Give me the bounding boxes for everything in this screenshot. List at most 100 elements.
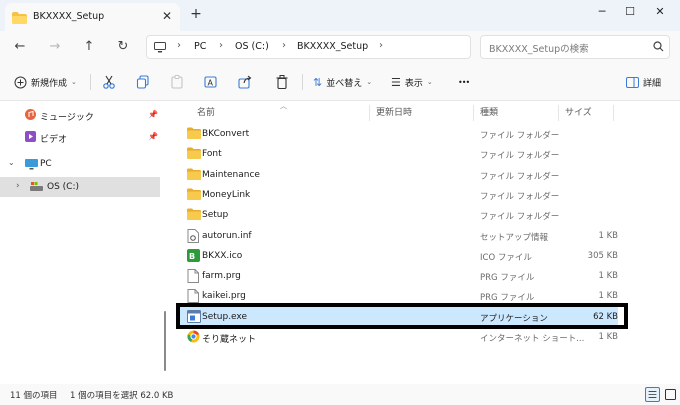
- sort-icon: ⇅: [313, 75, 323, 89]
- large-icons-view-icon[interactable]: [663, 387, 678, 402]
- minimize-button[interactable]: ─: [590, 2, 614, 22]
- folder-icon: [187, 168, 201, 180]
- view-button[interactable]: ☰ 表示 ⌄: [391, 74, 433, 90]
- paste-icon[interactable]: [169, 74, 185, 90]
- file-row[interactable]: そり蔵ネット インターネット ショート... 1 KB: [178, 327, 618, 347]
- sidebar-item-music[interactable]: ミュージック 📌: [0, 105, 160, 125]
- sidebar-scrollbar[interactable]: [164, 311, 166, 371]
- file-type: ファイル フォルダー: [480, 131, 560, 141]
- file-name: Maintenance: [202, 169, 260, 180]
- chevron-right-icon: ›: [282, 40, 286, 51]
- folder-icon: [187, 127, 201, 139]
- folder-icon: [187, 208, 201, 221]
- column-divider[interactable]: [369, 105, 370, 121]
- file-row[interactable]: Font ファイル フォルダー: [178, 144, 618, 164]
- tab-bkxxxx-setup[interactable]: BKXXXX_Setup ✕: [5, 3, 180, 31]
- file-row[interactable]: BKConvert ファイル フォルダー: [178, 124, 618, 144]
- file-type: PRG ファイル: [480, 273, 535, 284]
- file-row[interactable]: Maintenance ファイル フォルダー: [178, 165, 618, 185]
- new-button-label: 新規作成: [31, 78, 68, 89]
- chevron-down-icon: ⌄: [8, 158, 15, 167]
- file-type: PRG ファイル: [480, 293, 535, 304]
- column-divider[interactable]: [613, 105, 614, 121]
- file-row[interactable]: Setup ファイル フォルダー: [178, 205, 618, 225]
- view-button-label: 表示: [404, 78, 423, 89]
- divider: [302, 74, 303, 90]
- address-bar[interactable]: › PC › OS (C:) › BKXXXX_Setup ›: [146, 35, 471, 59]
- breadcrumb-folder[interactable]: BKXXXX_Setup: [297, 41, 368, 52]
- close-tab-icon[interactable]: ✕: [160, 9, 174, 23]
- sort-button[interactable]: ⇅ 並べ替え ⌄: [313, 74, 372, 90]
- command-bar: 新規作成 ⌄ A ⇅ 並べ替え ⌄ ☰ 表示 ⌄ ••• 詳細: [0, 63, 680, 101]
- column-header-size[interactable]: サイズ: [565, 105, 592, 123]
- back-button[interactable]: ←: [11, 38, 29, 56]
- column-divider[interactable]: [473, 105, 474, 121]
- refresh-button[interactable]: ↻: [114, 38, 132, 56]
- file-row[interactable]: farm.prg PRG ファイル 1 KB: [178, 266, 618, 286]
- navigation-pane: ミュージック 📌 ビデオ 📌 ⌄ PC › OS (C:): [0, 101, 166, 384]
- share-icon[interactable]: [237, 74, 253, 90]
- file-name: BKConvert: [202, 129, 250, 139]
- column-divider[interactable]: [558, 105, 559, 121]
- file-row[interactable]: autorun.inf セットアップ情報 1 KB: [178, 226, 618, 246]
- file-name: Font: [202, 149, 222, 160]
- maximize-button[interactable]: ☐: [618, 2, 642, 22]
- file-size: 305 KB: [587, 250, 618, 261]
- file-size: 1 KB: [598, 291, 618, 302]
- file-type: ICO ファイル: [480, 252, 532, 263]
- column-header-type[interactable]: 種類: [480, 105, 498, 123]
- svg-text:B: B: [189, 252, 195, 261]
- file-size: 1 KB: [598, 230, 618, 241]
- sort-button-label: 並べ替え: [326, 78, 363, 89]
- file-type: ファイル フォルダー: [480, 212, 560, 223]
- navigation-bar: ← → ↑ ↻ › PC › OS (C:) › BKXXXX_Setup › …: [0, 31, 680, 63]
- pc-icon: [25, 159, 38, 170]
- file-row[interactable]: MoneyLink ファイル フォルダー: [178, 185, 618, 205]
- rename-icon[interactable]: A: [203, 74, 219, 90]
- column-header-date[interactable]: 更新日時: [376, 105, 412, 123]
- breadcrumb-pc[interactable]: PC: [194, 41, 206, 52]
- file-type: ファイル フォルダー: [480, 151, 560, 162]
- music-icon: [25, 109, 36, 120]
- details-pane-icon: [626, 76, 639, 88]
- vertical-scrollbar[interactable]: [671, 105, 674, 380]
- file-size: 1 KB: [598, 271, 618, 282]
- sidebar-item-label: PC: [40, 159, 52, 169]
- file-name: Setup: [202, 210, 229, 221]
- file-name: autorun.inf: [202, 230, 252, 241]
- details-pane-button[interactable]: 詳細: [626, 74, 661, 90]
- breadcrumb-drive[interactable]: OS (C:): [235, 41, 269, 52]
- sidebar-item-os-c[interactable]: › OS (C:): [0, 177, 160, 197]
- highlight-box: [176, 303, 628, 329]
- column-header-name[interactable]: 名前: [197, 105, 215, 123]
- chevron-right-icon: ›: [219, 40, 223, 51]
- file-name: BKXX.ico: [202, 250, 243, 261]
- details-pane-label: 詳細: [643, 78, 662, 89]
- divider: [90, 74, 91, 90]
- file-row[interactable]: B BKXX.ico ICO ファイル 305 KB: [178, 246, 618, 266]
- folder-icon: [12, 12, 27, 24]
- sidebar-item-pc[interactable]: ⌄ PC: [0, 154, 160, 174]
- new-button[interactable]: 新規作成 ⌄: [14, 74, 77, 90]
- forward-button[interactable]: →: [46, 38, 64, 56]
- new-tab-button[interactable]: +: [188, 6, 204, 22]
- search-box[interactable]: BKXXXX_Setupの検索: [480, 35, 670, 59]
- copy-icon[interactable]: [135, 74, 151, 90]
- plus-circle-icon: [14, 76, 27, 88]
- close-window-button[interactable]: ✕: [648, 2, 672, 22]
- svg-text:A: A: [208, 79, 214, 88]
- ico-file-icon: B: [187, 248, 200, 262]
- cut-icon[interactable]: [101, 74, 117, 90]
- delete-icon[interactable]: [274, 74, 290, 90]
- sidebar-item-videos[interactable]: ビデオ 📌: [0, 127, 160, 147]
- chevron-right-icon: ›: [16, 181, 20, 191]
- pin-icon: 📌: [148, 132, 158, 141]
- up-button[interactable]: ↑: [80, 38, 98, 56]
- details-view-icon[interactable]: [645, 387, 660, 402]
- status-bar: 11 個の項目 1 個の項目を選択 62.0 KB: [0, 384, 680, 405]
- file-name: MoneyLink: [202, 189, 251, 200]
- chevron-down-icon: ⌄: [71, 78, 77, 86]
- folder-icon: [187, 147, 201, 160]
- pin-icon: 📌: [148, 110, 158, 119]
- more-options-button[interactable]: •••: [458, 74, 470, 90]
